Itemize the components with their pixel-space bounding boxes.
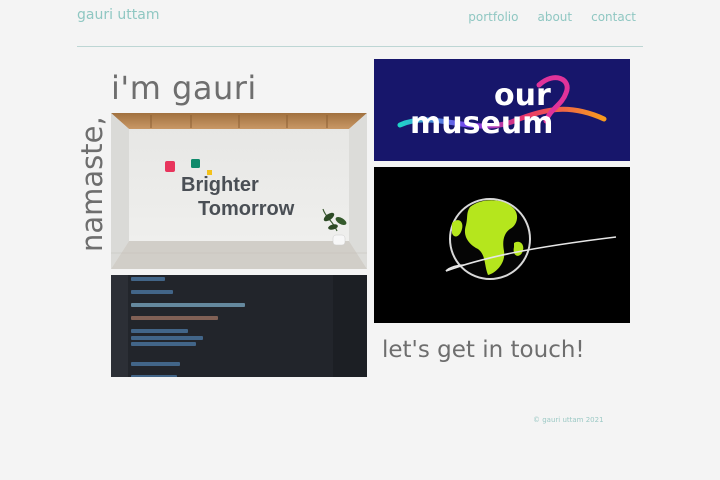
project-tile-brighter-tomorrow[interactable]: Brighter Tomorrow — [111, 113, 367, 269]
globe-image — [374, 167, 630, 323]
footer-copyright: © gauri uttam 2021 — [533, 416, 604, 424]
code-minimap — [333, 275, 367, 377]
nav-link-about[interactable]: about — [537, 10, 572, 24]
brighter-tomorrow-image: Brighter Tomorrow — [111, 113, 367, 269]
hero-greeting: i'm gauri — [111, 69, 257, 107]
code-line — [131, 329, 188, 333]
brighter-title-line1: Brighter — [181, 174, 259, 196]
code-line — [131, 342, 196, 346]
our-museum-image: our museum — [374, 59, 630, 161]
museum-title-line2: museum — [410, 106, 553, 141]
nav-link-contact[interactable]: contact — [591, 10, 636, 24]
code-line — [131, 361, 181, 366]
hero-side-text: namaste, — [75, 114, 109, 252]
code-line — [131, 290, 173, 294]
code-lines — [131, 277, 341, 377]
top-nav: portfolio about contact — [468, 10, 636, 24]
code-line — [131, 303, 245, 307]
project-tile-our-museum[interactable]: our museum — [374, 59, 630, 161]
code-line — [131, 277, 166, 281]
code-line — [131, 316, 219, 320]
project-tile-code[interactable] — [111, 275, 367, 377]
site-brand-link[interactable]: gauri uttam — [77, 7, 160, 23]
hero-side-text-label: namaste, — [75, 116, 109, 252]
brighter-title-line2: Tomorrow — [198, 198, 295, 220]
header-divider — [77, 46, 643, 47]
project-tile-globe[interactable] — [374, 167, 630, 323]
nav-link-portfolio[interactable]: portfolio — [468, 10, 518, 24]
code-line — [131, 374, 177, 377]
code-gutter — [111, 275, 128, 377]
code-line — [131, 335, 204, 340]
get-in-touch-link[interactable]: let's get in touch! — [382, 337, 585, 363]
